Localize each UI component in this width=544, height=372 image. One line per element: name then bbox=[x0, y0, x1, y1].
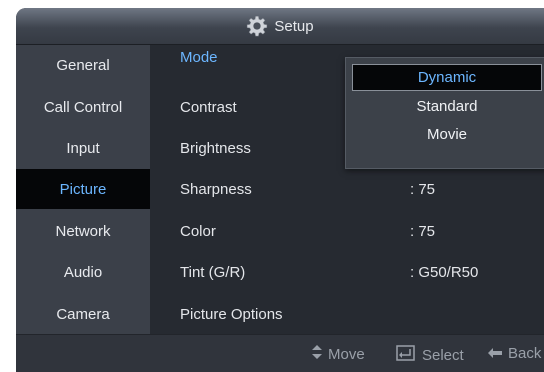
setting-label: Contrast bbox=[180, 98, 237, 116]
setting-label: Picture Options bbox=[180, 305, 283, 323]
move-hint[interactable]: Move bbox=[312, 345, 365, 363]
sidebar-item-audio[interactable]: Audio bbox=[16, 252, 150, 292]
footer-hints: Move Select Back bbox=[16, 334, 544, 372]
enter-icon bbox=[396, 345, 422, 365]
setting-row-picture-options[interactable]: Picture Options bbox=[150, 294, 544, 334]
move-arrows-icon bbox=[312, 345, 328, 363]
mode-option-dynamic[interactable]: Dynamic bbox=[352, 64, 542, 91]
sidebar-item-call-control[interactable]: Call Control bbox=[16, 87, 150, 127]
sidebar-item-network[interactable]: Network bbox=[16, 211, 150, 251]
setting-label: Brightness bbox=[180, 139, 251, 157]
mode-dropdown: Dynamic Standard Movie bbox=[345, 57, 544, 169]
sidebar-item-input[interactable]: Input bbox=[16, 128, 150, 168]
move-label: Move bbox=[328, 345, 365, 363]
setting-label: Mode bbox=[180, 48, 218, 66]
setting-label: Tint (G/R) bbox=[180, 263, 246, 281]
setting-value: : G50/R50 bbox=[410, 263, 479, 281]
back-label: Back bbox=[508, 345, 542, 362]
select-hint[interactable]: Select bbox=[396, 345, 464, 365]
sidebar-item-general[interactable]: General bbox=[16, 45, 150, 85]
setting-row-tint[interactable]: Tint (G/R) : G50/R50 bbox=[150, 252, 544, 292]
sidebar: General Call Control Input Picture Netwo… bbox=[16, 45, 150, 334]
back-arrow-icon bbox=[488, 345, 508, 362]
setting-label: Color bbox=[180, 222, 216, 240]
mode-option-standard[interactable]: Standard bbox=[352, 93, 542, 120]
back-hint[interactable]: Back bbox=[488, 345, 541, 362]
select-label: Select bbox=[422, 346, 464, 364]
setting-row-color[interactable]: Color : 75 bbox=[150, 211, 544, 251]
setting-row-sharpness[interactable]: Sharpness : 75 bbox=[150, 169, 544, 209]
setting-value: : 75 bbox=[410, 180, 436, 198]
setup-window: Setup General Call Control Input Picture… bbox=[16, 8, 544, 372]
mode-option-movie[interactable]: Movie bbox=[352, 121, 542, 148]
setting-value: : 75 bbox=[410, 222, 436, 240]
page-title: Setup bbox=[274, 17, 314, 35]
sidebar-item-picture[interactable]: Picture bbox=[16, 169, 150, 209]
setting-label: Sharpness bbox=[180, 180, 252, 198]
gear-icon bbox=[246, 15, 268, 37]
sidebar-item-camera[interactable]: Camera bbox=[16, 294, 150, 334]
